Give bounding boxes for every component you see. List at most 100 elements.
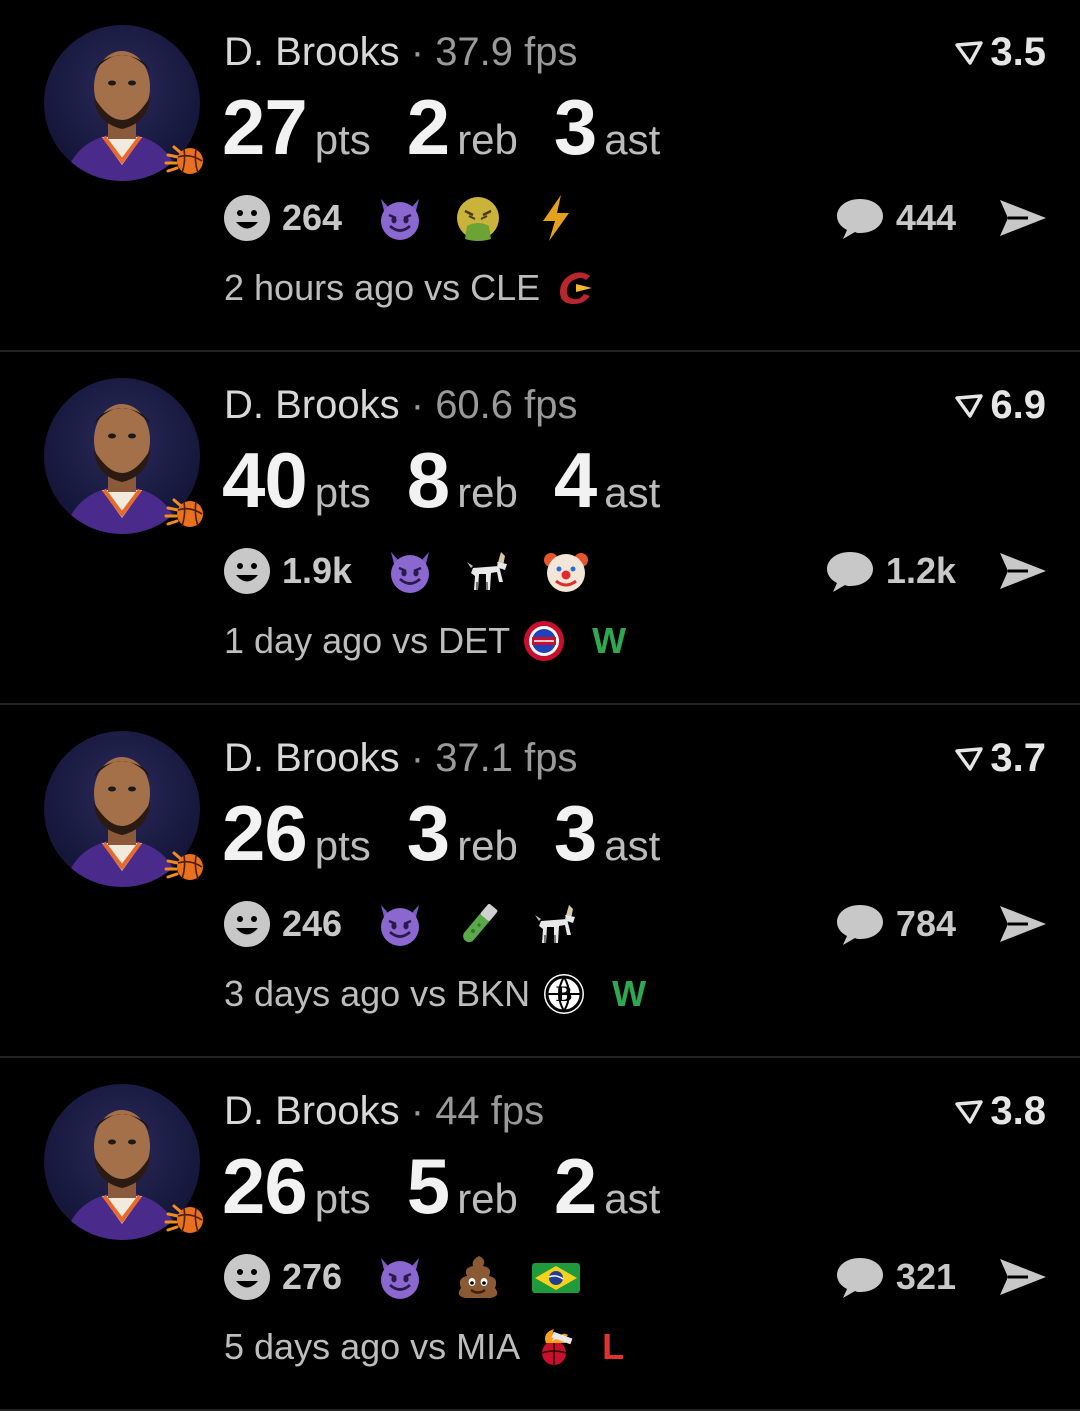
comment-bubble-icon — [836, 199, 883, 239]
share-button[interactable] — [998, 902, 1048, 946]
post-header: D. Brooks · 60.6 fps — [224, 383, 578, 428]
reaction-bar: 246 — [222, 898, 608, 950]
game-info: 3 days ago vs BKN B W — [224, 972, 646, 1016]
assists-label: ast — [604, 469, 661, 516]
rating: 6.9 — [954, 383, 1046, 428]
assists-value: 2 — [553, 1142, 597, 1230]
fantasy-points: 60.6 fps — [435, 383, 578, 427]
smiley-reaction-icon[interactable] — [222, 193, 272, 243]
points-label: pts — [314, 116, 371, 163]
share-button[interactable] — [998, 196, 1048, 240]
points-label: pts — [314, 1175, 371, 1222]
post-header: D. Brooks · 37.9 fps — [224, 30, 578, 75]
assists-label: ast — [604, 116, 661, 163]
fantasy-points: 37.1 fps — [435, 736, 578, 780]
send-icon — [1000, 906, 1046, 942]
pile-of-poo-icon[interactable] — [452, 1251, 504, 1303]
rating: 3.8 — [954, 1089, 1046, 1134]
smiling-devil-icon[interactable] — [384, 545, 436, 597]
header-separator: · — [410, 736, 425, 780]
share-button[interactable] — [998, 549, 1048, 593]
rating-chevron-icon — [955, 1099, 984, 1124]
goat-icon[interactable] — [530, 898, 582, 950]
player-name[interactable]: D. Brooks — [224, 736, 400, 780]
game-result: W — [612, 973, 647, 1014]
post-header: D. Brooks · 37.1 fps — [224, 736, 578, 781]
rating-chevron-icon — [955, 40, 984, 65]
rebounds-label: reb — [457, 116, 518, 163]
stat-line: 26 pts 5 reb 2 ast — [222, 1141, 696, 1232]
rating-chevron-icon — [955, 393, 984, 418]
player-name[interactable]: D. Brooks — [224, 1089, 400, 1133]
rebounds-value: 8 — [406, 436, 450, 524]
test-tube-icon[interactable] — [452, 898, 504, 950]
header-separator: · — [410, 383, 425, 427]
reaction-count: 264 — [282, 197, 343, 238]
comments[interactable]: 1.2k — [824, 545, 956, 597]
assists-value: 4 — [553, 436, 597, 524]
rebounds-label: reb — [457, 469, 518, 516]
header-separator: · — [410, 30, 425, 74]
smiling-devil-icon[interactable] — [374, 898, 426, 950]
assists-value: 3 — [553, 83, 597, 171]
smiling-devil-icon[interactable] — [374, 1251, 426, 1303]
points-label: pts — [314, 822, 371, 869]
game-info: 5 days ago vs MIA L — [224, 1325, 624, 1369]
comment-bubble-icon — [826, 552, 873, 592]
rating-value: 3.8 — [990, 1089, 1046, 1133]
feed-card[interactable]: D. Brooks · 37.1 fps 3.7 26 pts 3 reb 3 … — [0, 706, 1080, 1058]
rating-value: 6.9 — [990, 383, 1046, 427]
brazil-flag-icon[interactable] — [530, 1251, 582, 1303]
smiley-reaction-icon[interactable] — [222, 1252, 272, 1302]
game-time: 5 days ago vs MIA — [224, 1326, 521, 1367]
player-name[interactable]: D. Brooks — [224, 30, 400, 74]
smiley-reaction-icon[interactable] — [222, 546, 272, 596]
header-separator: · — [410, 1089, 425, 1133]
fantasy-points: 37.9 fps — [435, 30, 578, 74]
suns-logo-icon — [162, 488, 208, 534]
rating-chevron-icon — [955, 746, 984, 771]
player-name[interactable]: D. Brooks — [224, 383, 400, 427]
feed: D. Brooks · 37.9 fps 3.5 27 pts 2 reb 3 … — [0, 0, 1080, 1411]
rebounds-value: 3 — [406, 789, 450, 877]
goat-icon[interactable] — [462, 545, 514, 597]
feed-card[interactable]: D. Brooks · 44 fps 3.8 26 pts 5 reb 2 as… — [0, 1059, 1080, 1411]
comment-count: 1.2k — [885, 550, 956, 591]
feed-card[interactable]: D. Brooks · 37.9 fps 3.5 27 pts 2 reb 3 … — [0, 0, 1080, 352]
det-logo-icon[interactable] — [522, 619, 566, 663]
points-value: 27 — [222, 83, 308, 171]
game-info: 1 day ago vs DET W — [224, 619, 626, 663]
comment-count: 444 — [895, 197, 956, 238]
assists-label: ast — [604, 1175, 661, 1222]
assists-value: 3 — [553, 789, 597, 877]
smiling-devil-icon[interactable] — [374, 192, 426, 244]
comments[interactable]: 784 — [834, 898, 956, 950]
rebounds-value: 5 — [406, 1142, 450, 1230]
reaction-bar: 276 — [222, 1251, 608, 1303]
stat-line: 27 pts 2 reb 3 ast — [222, 82, 696, 173]
points-label: pts — [314, 469, 371, 516]
share-button[interactable] — [998, 1255, 1048, 1299]
points-value: 40 — [222, 436, 308, 524]
cle-logo-icon[interactable] — [552, 266, 596, 310]
rebounds-value: 2 — [406, 83, 450, 171]
comments[interactable]: 321 — [834, 1251, 956, 1303]
feed-card[interactable]: D. Brooks · 60.6 fps 6.9 40 pts 8 reb 4 … — [0, 353, 1080, 705]
lightning-icon[interactable] — [530, 192, 582, 244]
assists-label: ast — [604, 822, 661, 869]
fantasy-points: 44 fps — [435, 1089, 545, 1133]
send-icon — [1000, 1259, 1046, 1295]
comments[interactable]: 444 — [834, 192, 956, 244]
clown-face-icon[interactable] — [540, 545, 592, 597]
send-icon — [1000, 553, 1046, 589]
rating: 3.7 — [954, 736, 1046, 781]
smiley-reaction-icon[interactable] — [222, 899, 272, 949]
game-time: 2 hours ago vs CLE — [224, 267, 541, 308]
bkn-logo-icon[interactable]: B — [542, 972, 586, 1016]
mia-logo-icon[interactable] — [532, 1325, 576, 1369]
rating: 3.5 — [954, 30, 1046, 75]
game-time: 1 day ago vs DET — [224, 620, 511, 661]
nauseated-face-icon[interactable] — [452, 192, 504, 244]
rating-value: 3.5 — [990, 30, 1046, 74]
points-value: 26 — [222, 1142, 308, 1230]
